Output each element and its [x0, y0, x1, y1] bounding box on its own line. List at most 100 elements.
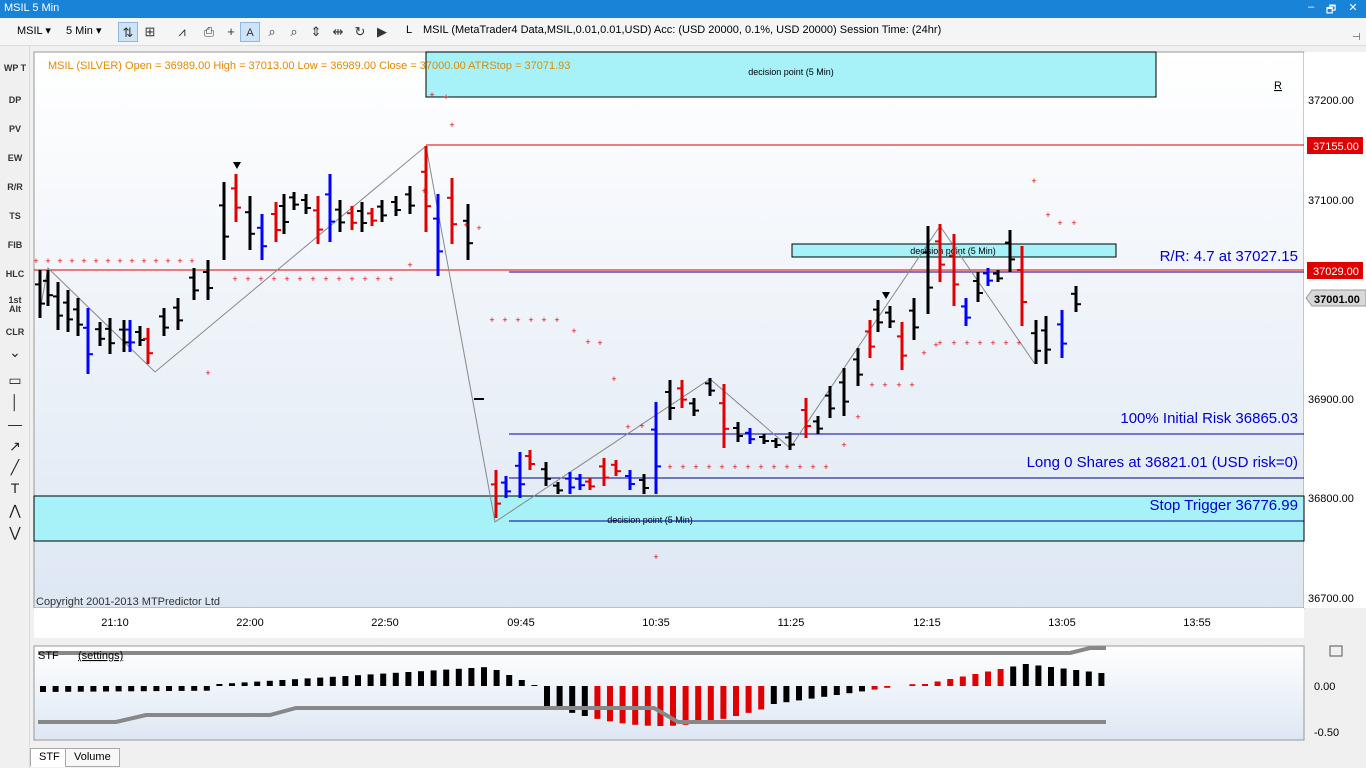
text-tool-icon[interactable]: A — [240, 22, 260, 42]
stf-bar — [695, 686, 702, 724]
atr-stop-dot: + — [977, 338, 982, 348]
atr-stop-dot: + — [141, 256, 146, 266]
tool-hlc[interactable]: HLC — [0, 270, 30, 279]
stf-bar — [657, 686, 664, 726]
print-icon[interactable]: ⎙ — [199, 22, 219, 42]
tab-volume[interactable]: Volume — [65, 748, 120, 767]
atr-stop-dot: + — [205, 368, 210, 378]
tool-ts[interactable]: TS — [0, 212, 30, 221]
tool-ew[interactable]: EW — [0, 154, 30, 163]
atr-stop-dot: + — [882, 380, 887, 390]
atr-stop-dot: + — [680, 462, 685, 472]
atr-stop-dot: + — [597, 338, 602, 348]
more-icon[interactable]: ⌄ — [0, 344, 30, 361]
atr-stop-dot: + — [554, 315, 559, 325]
stf-indicator-panel[interactable]: STF (settings) 0.00 -0.50 — [30, 640, 1366, 746]
stf-bar — [342, 676, 349, 686]
stf-bar — [1060, 668, 1067, 686]
indicator-icon[interactable]: ⩘ — [172, 22, 192, 42]
stf-bar — [947, 679, 954, 686]
atr-stop-dot: + — [81, 256, 86, 266]
r-marker[interactable]: R — [1274, 80, 1282, 92]
scroll-icon[interactable]: ⇕ — [306, 22, 326, 42]
atr-stop-dot: + — [323, 274, 328, 284]
horizontal-line-icon[interactable]: — — [0, 416, 30, 432]
pattern-icon[interactable]: ⋀ — [0, 502, 30, 519]
restore-button[interactable]: 🗗 — [1322, 1, 1340, 17]
stf-bar — [191, 686, 198, 691]
stf-bar — [733, 686, 739, 716]
atr-stop-dot: + — [528, 315, 533, 325]
atr-stop-dot: + — [153, 256, 158, 266]
window-title: MSIL 5 Min — [4, 2, 60, 14]
atr-stop-dot: + — [719, 462, 724, 472]
stf-bar — [166, 686, 172, 691]
stf-bar — [518, 680, 525, 686]
zoom-out-icon[interactable]: ⌕ — [284, 22, 304, 42]
atr-stop-dot: + — [271, 274, 276, 284]
zone-bottom-label: decision point (5 Min) — [607, 515, 693, 525]
atr-stop-dot: + — [585, 337, 590, 347]
atr-stop-dot: + — [921, 348, 926, 358]
compress-icon[interactable]: ⇹ — [328, 22, 348, 42]
symbol-select[interactable]: MSIL ▾ — [17, 24, 51, 37]
price-chart[interactable]: decision point (5 Min) decision point (5… — [30, 46, 1366, 638]
stf-bar — [619, 686, 626, 724]
vertical-line-icon[interactable]: │ — [0, 394, 30, 410]
stf-bar — [884, 686, 891, 688]
tool-rr[interactable]: R/R — [0, 183, 30, 192]
crosshair-icon[interactable]: + — [221, 22, 241, 42]
stf-bar — [304, 678, 311, 686]
candle-style-icon[interactable]: ⊞ — [140, 22, 160, 42]
minimize-button[interactable]: – — [1302, 1, 1320, 17]
toolbar: MSIL ▾ 5 Min ▾ ⇅ ⊞ ⩘ ⎙ + A ⌕ ⌕ ⇕ ⇹ ↻ ▶ L… — [0, 18, 1366, 46]
stf-bar — [531, 685, 538, 686]
tab-stf[interactable]: STF — [30, 748, 69, 767]
zoom-in-icon[interactable]: ⌕ — [262, 22, 282, 42]
atr-stop-dot: + — [855, 412, 860, 422]
atr-stop-dot: + — [388, 274, 393, 284]
atr-stop-dot: + — [284, 274, 289, 284]
stf-title: STF — [38, 650, 59, 662]
tool-1st-alt[interactable]: 1st Alt — [0, 296, 30, 314]
tool-fib[interactable]: FIB — [0, 241, 30, 250]
xtick-1: 22:00 — [236, 617, 264, 629]
price-label-mid: 37029.00 — [1313, 266, 1359, 278]
tool-wpt[interactable]: WP T — [0, 64, 30, 73]
copyright: Copyright 2001-2013 MTPredictor Ltd — [36, 596, 220, 608]
l-label: L — [406, 24, 413, 36]
zigzag-icon[interactable]: ⋁ — [0, 524, 30, 541]
stf-bar — [506, 675, 513, 686]
atr-stop-dot: + — [189, 256, 194, 266]
maximize-panel-icon[interactable] — [1329, 645, 1343, 657]
title-bar: MSIL 5 Min – 🗗 ✕ — [0, 0, 1366, 18]
stf-bar — [443, 669, 450, 686]
atr-stop-dot: + — [784, 462, 789, 472]
play-icon[interactable]: ▶ — [372, 22, 392, 42]
atr-stop-dot: + — [349, 274, 354, 284]
timeframe-select[interactable]: 5 Min ▾ — [66, 24, 101, 37]
refresh-icon[interactable]: ↻ — [350, 22, 370, 42]
trendline-icon[interactable]: ╱ — [0, 459, 30, 476]
tool-clr[interactable]: CLR — [0, 328, 30, 337]
stf-bar — [418, 671, 424, 686]
bar-style-icon[interactable]: ⇅ — [118, 22, 138, 42]
stf-bar — [1085, 671, 1092, 686]
tool-pv[interactable]: PV — [0, 125, 30, 134]
tool-dp[interactable]: DP — [0, 96, 30, 105]
close-button[interactable]: ✕ — [1344, 1, 1362, 17]
stf-bar — [1010, 666, 1017, 686]
atr-stop-dot: + — [758, 462, 763, 472]
text-tool-icon[interactable]: T — [0, 480, 30, 496]
atr-stop-dot: + — [1031, 176, 1036, 186]
pin-icon[interactable]: ⊣ — [1352, 32, 1361, 43]
rectangle-tool-icon[interactable]: ▭ — [0, 372, 30, 389]
atr-stop-dot: + — [964, 338, 969, 348]
price-axis — [1304, 52, 1366, 608]
arrow-tool-icon[interactable]: ↗ — [0, 438, 30, 455]
atr-stop-dot: + — [937, 338, 942, 348]
stf-settings-link[interactable]: (settings) — [78, 650, 123, 662]
stf-bar — [871, 686, 878, 690]
stf-bar — [241, 682, 248, 686]
stf-bar — [455, 668, 462, 686]
